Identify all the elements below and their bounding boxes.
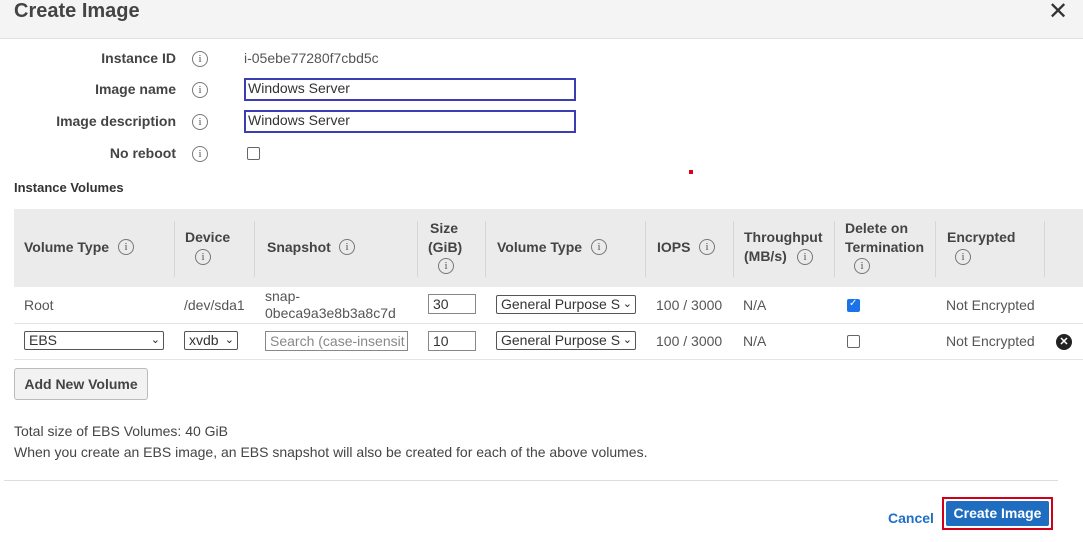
row2-volume-type-select-2[interactable]: General Purpose S ⌄ [496, 331, 636, 350]
th-volume-type-2: Volume Type [497, 239, 583, 255]
image-name-label: Image name [95, 81, 176, 97]
row1-snapshot-line2: 0beca9a3e8b3a8c7d [265, 305, 396, 321]
row2-size-input[interactable]: 10 [428, 331, 476, 351]
th-snapshot: Snapshot [267, 239, 331, 255]
info-icon[interactable]: i [438, 258, 454, 274]
row1-throughput: N/A [743, 297, 767, 313]
row2-device-value: xvdb [189, 332, 219, 348]
total-size-text: Total size of EBS Volumes: 40 GiB [14, 423, 228, 439]
info-icon[interactable]: i [192, 146, 208, 162]
row2-volume-type-value: EBS [29, 332, 58, 348]
close-icon[interactable]: ✕ [1048, 0, 1068, 24]
row2-delete-checkbox[interactable] [847, 335, 860, 348]
header-divider [935, 221, 936, 277]
image-description-label: Image description [56, 113, 176, 129]
header-divider [834, 221, 835, 277]
row1-iops: 100 / 3000 [656, 297, 723, 313]
chevron-down-icon: ⌄ [224, 334, 234, 346]
footer-divider [4, 480, 1058, 481]
row1-encrypted: Not Encrypted [946, 297, 1035, 313]
header-divider [645, 221, 646, 277]
create-image-button[interactable]: Create Image [946, 501, 1049, 526]
header-divider [254, 221, 255, 277]
instance-id-label: Instance ID [101, 50, 176, 66]
image-name-input[interactable]: Windows Server [244, 78, 576, 101]
row2-iops: 100 / 3000 [656, 333, 723, 349]
info-icon[interactable]: i [797, 249, 813, 265]
cursor-marker [689, 170, 693, 174]
info-icon[interactable]: i [192, 51, 208, 67]
create-image-highlight: Create Image [942, 497, 1053, 530]
header-divider [485, 221, 486, 277]
row1-volume-type-select[interactable]: General Purpose S ⌄ [496, 295, 636, 314]
th-size-line2: (GiB) [428, 239, 463, 255]
row2-snapshot-search-input[interactable]: Search (case-insensit [265, 331, 408, 351]
dialog-title: Create Image [14, 0, 140, 22]
chevron-down-icon: ⌄ [150, 334, 160, 346]
instance-id-value: i-05ebe77280f7cbd5c [244, 50, 379, 66]
header-divider [174, 221, 175, 277]
row2-device-select[interactable]: xvdb ⌄ [184, 331, 238, 350]
info-icon[interactable]: i [339, 239, 355, 255]
info-icon[interactable]: i [192, 82, 208, 98]
th-delete-line1: Delete on [845, 220, 909, 236]
header-divider [733, 221, 734, 277]
chevron-down-icon: ⌄ [622, 298, 632, 310]
info-icon[interactable]: i [195, 249, 211, 265]
dialog-header: Create Image ✕ [0, 0, 1083, 39]
th-delete-line2: Termination [845, 239, 925, 255]
row-divider [14, 359, 1083, 360]
header-divider [417, 221, 418, 277]
row1-snapshot-line1: snap- [265, 288, 301, 304]
row1-volume-type-value: General Purpose S [501, 296, 621, 312]
no-reboot-checkbox[interactable] [247, 147, 260, 160]
row2-throughput: N/A [743, 333, 767, 349]
th-device: Device [185, 229, 231, 245]
row2-type-value: General Purpose S [501, 332, 621, 348]
header-divider [1044, 221, 1045, 277]
row2-encrypted: Not Encrypted [946, 333, 1035, 349]
th-size-line1: Size [430, 220, 459, 236]
info-icon[interactable]: i [118, 239, 134, 255]
info-icon[interactable]: i [854, 258, 870, 274]
cancel-button[interactable]: Cancel [888, 510, 934, 526]
info-icon[interactable]: i [591, 239, 607, 255]
info-icon[interactable]: i [192, 114, 208, 130]
remove-volume-icon[interactable]: ✕ [1056, 334, 1072, 350]
instance-volumes-title: Instance Volumes [14, 180, 124, 195]
row1-size-input[interactable]: 30 [428, 294, 476, 314]
row2-volume-type-select[interactable]: EBS ⌄ [24, 331, 164, 350]
row1-volume-type: Root [24, 297, 54, 313]
snapshot-note-text: When you create an EBS image, an EBS sna… [14, 444, 648, 460]
add-new-volume-button[interactable]: Add New Volume [14, 368, 148, 400]
info-icon[interactable]: i [955, 249, 971, 265]
th-iops: IOPS [657, 239, 691, 255]
row-divider [14, 323, 1083, 324]
image-description-input[interactable]: Windows Server [244, 110, 576, 133]
row1-delete-checkbox[interactable] [847, 298, 860, 312]
info-icon[interactable]: i [699, 239, 715, 255]
th-throughput-line1: Throughput [744, 229, 823, 245]
th-encrypted: Encrypted [947, 229, 1016, 245]
chevron-down-icon: ⌄ [622, 334, 632, 346]
th-volume-type: Volume Type [24, 239, 110, 255]
row1-device: /dev/sda1 [184, 297, 245, 313]
volumes-table-header: Volume Type i Device i Snapshot i Size (… [14, 209, 1083, 287]
no-reboot-label: No reboot [109, 145, 176, 161]
th-throughput-line2: (MB/s) [744, 248, 787, 264]
